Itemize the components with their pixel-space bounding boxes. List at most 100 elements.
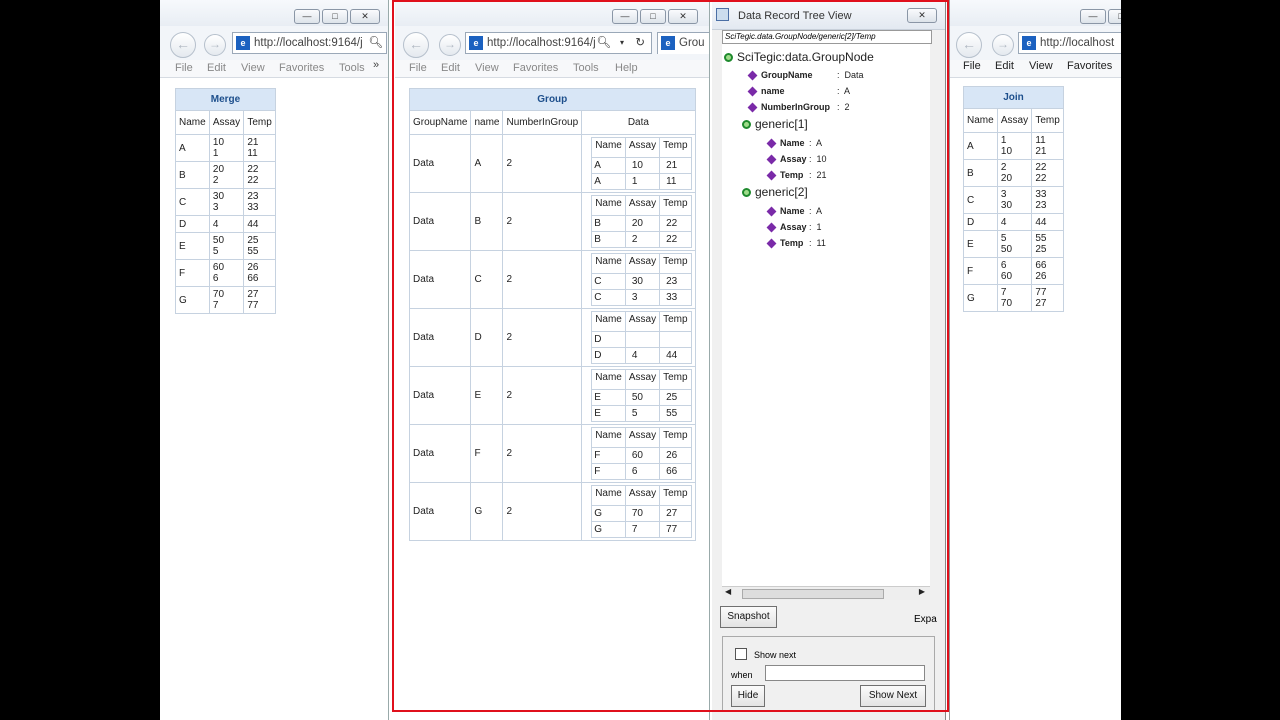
tree-leaf[interactable]: GroupName [747, 70, 813, 81]
table-row: B2 20 22 22 [963, 159, 1064, 187]
forward-button[interactable]: → [992, 34, 1014, 56]
nested-cell: 20 [624, 215, 661, 232]
hide-button[interactable]: Hide [731, 685, 765, 707]
tree-leaf[interactable]: NumberInGroup [747, 102, 830, 113]
maximize-button[interactable]: □ [640, 9, 666, 24]
address-bar[interactable]: e http://localhost [1018, 32, 1121, 54]
menu-help[interactable]: Help [615, 62, 638, 74]
tree-node-generic2[interactable]: generic[2] [742, 185, 808, 199]
close-button[interactable]: ✕ [907, 8, 937, 23]
menu-favorites[interactable]: Favorites [279, 62, 324, 74]
forward-button[interactable]: → [439, 34, 461, 56]
browser-window-merge: — □ ✕ ← → e http://localhost:9164/j 🔍︎ Fi… [160, 0, 389, 720]
minimize-button[interactable]: — [294, 9, 320, 24]
node-icon [724, 53, 733, 63]
table-row: G 70 7 27 77 [175, 286, 276, 314]
tree-leaf[interactable]: name [747, 86, 785, 97]
cell-temp: 77 27 [1031, 284, 1064, 312]
nested-col-header: Name [591, 253, 626, 274]
nested-col-header: Temp [659, 137, 692, 158]
menu-edit[interactable]: Edit [441, 62, 460, 74]
menu-favorites[interactable]: Favorites [513, 62, 558, 74]
maximize-button[interactable]: □ [322, 9, 348, 24]
back-button[interactable]: ← [956, 32, 982, 58]
cell-assay: 3 30 [996, 186, 1033, 214]
menu-view[interactable]: View [475, 62, 499, 74]
cell-temp: 25 55 [243, 232, 276, 260]
menu-tools[interactable]: Tools [573, 62, 599, 74]
tree-leaf-value: : A [809, 206, 823, 216]
cell-groupname: Data [408, 250, 472, 309]
tree-leaf-value: : 10 [809, 154, 827, 164]
tree-leaf-value: : Data [837, 70, 864, 80]
snapshot-button[interactable]: Snapshot [720, 606, 777, 628]
cell-groupname: Data [408, 134, 472, 193]
nested-cell: 23 [659, 273, 692, 290]
tree-leaf[interactable]: Temp [766, 238, 803, 249]
tree-leaf-value: : A [809, 138, 823, 148]
tree-leaf[interactable]: Assay [766, 222, 807, 233]
nested-cell: C [591, 289, 626, 306]
menu-file[interactable]: File [409, 62, 427, 74]
menu-file[interactable]: File [963, 60, 981, 72]
menu-edit[interactable]: Edit [995, 60, 1014, 72]
tree-leaf[interactable]: Assay [766, 154, 807, 165]
cell-name: E [175, 232, 210, 260]
cell-assay: 4 [208, 215, 245, 233]
menu-view[interactable]: View [1029, 60, 1053, 72]
forward-button[interactable]: → [204, 34, 226, 56]
show-next-button[interactable]: Show Next [860, 685, 926, 707]
nested-cell: 22 [659, 231, 692, 248]
maximize-button[interactable]: □ [1108, 9, 1121, 24]
cell-assay: 50 5 [208, 232, 245, 260]
col-header: Assay [208, 110, 245, 135]
search-icon[interactable]: 🔍︎ [368, 33, 383, 53]
close-button[interactable]: ✕ [668, 9, 698, 24]
close-button[interactable]: ✕ [350, 9, 380, 24]
address-bar[interactable]: e http://localhost:9164/j 🔍︎ [232, 32, 387, 54]
tree-leaf[interactable]: Name [766, 138, 805, 149]
cell-name: B [470, 192, 504, 251]
root-label: SciTegic:data.GroupNode [737, 50, 874, 64]
browser-tab[interactable]: e Grou [657, 32, 709, 54]
address-bar[interactable]: e http://localhost:9164/j 🔍︎ ▾ ↻ [465, 32, 652, 54]
when-input[interactable] [765, 665, 925, 681]
scroll-thumb[interactable] [742, 589, 884, 599]
menu-tools[interactable]: Tools [339, 62, 365, 74]
horizontal-scrollbar[interactable]: ◀ ▶ [722, 586, 930, 600]
scroll-left-icon[interactable]: ◀ [725, 587, 731, 596]
col-header: Temp [1031, 108, 1064, 133]
table-row: Data G 2 Name Assay Temp G 70 27 G 7 77 [408, 482, 696, 541]
table-row: Data B 2 Name Assay Temp B 20 22 B 2 22 [408, 192, 696, 251]
search-icon[interactable]: 🔍︎ [596, 33, 611, 53]
table-row: A1 10 11 21 [963, 132, 1064, 160]
scroll-right-icon[interactable]: ▶ [919, 587, 925, 596]
tree-root[interactable]: SciTegic:data.GroupNode [724, 50, 874, 64]
menu-view[interactable]: View [241, 62, 265, 74]
back-button[interactable]: ← [403, 32, 429, 58]
menu-edit[interactable]: Edit [207, 62, 226, 74]
path-field[interactable]: SciTegic.data.GroupNode/generic[2]/Temp [722, 30, 932, 44]
cell-name: A [963, 132, 998, 160]
tree-leaf[interactable]: Temp [766, 170, 803, 181]
show-next-checkbox[interactable] [735, 648, 747, 660]
expand-label[interactable]: Expa [914, 614, 937, 625]
minimize-button[interactable]: — [612, 9, 638, 24]
cell-name: E [470, 366, 504, 425]
refresh-icon[interactable]: ↻ [635, 33, 645, 53]
nested-cell: 2 [624, 231, 661, 248]
nested-cell: 77 [659, 521, 692, 538]
back-button[interactable]: ← [170, 32, 196, 58]
menu-file[interactable]: File [175, 62, 193, 74]
cell-groupname: Data [408, 366, 472, 425]
menu-favorites[interactable]: Favorites [1067, 60, 1112, 72]
minimize-button[interactable]: — [1080, 9, 1106, 24]
tree-node-generic1[interactable]: generic[1] [742, 117, 808, 131]
nested-table: Name Assay Temp G 70 27 G 7 77 [591, 485, 692, 538]
nested-cell: D [591, 347, 626, 364]
tree-leaf-value: : 11 [809, 238, 826, 248]
chevron-right-icon[interactable]: » [373, 60, 379, 71]
desktop: — □ ✕ ← → e http://localhost:9164/j 🔍︎ Fi… [160, 0, 1121, 720]
tree-leaf[interactable]: Name [766, 206, 805, 217]
dropdown-icon[interactable]: ▾ [620, 33, 624, 53]
